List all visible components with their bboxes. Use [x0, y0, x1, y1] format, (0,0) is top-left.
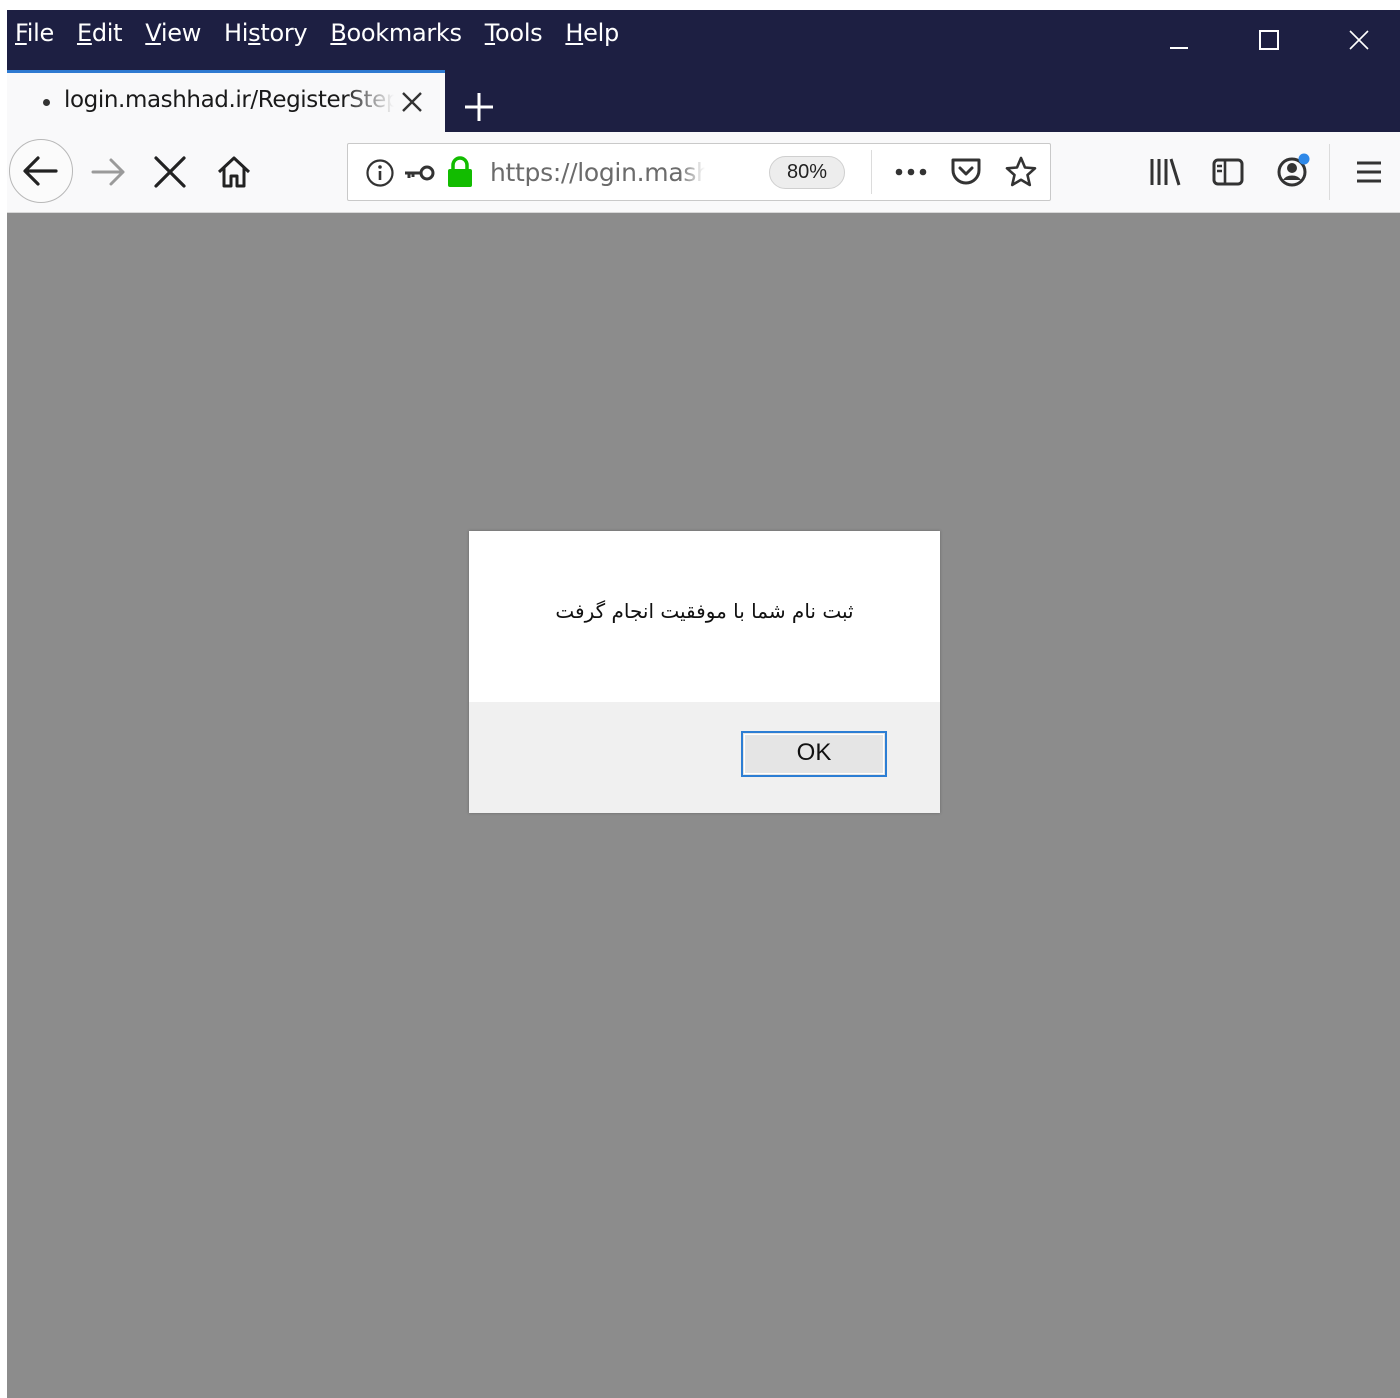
forward-arrow-icon[interactable]: [89, 152, 129, 192]
home-icon[interactable]: [215, 153, 253, 191]
account-icon[interactable]: [1274, 152, 1312, 190]
menu-edit[interactable]: Edit: [77, 16, 133, 50]
menu-bookmarks[interactable]: Bookmarks: [330, 16, 472, 50]
alert-footer: OK: [469, 702, 940, 813]
menu-view[interactable]: View: [145, 16, 212, 50]
tab-title: login.mashhad.ir/RegisterStep3: [64, 87, 394, 113]
tab-loading-indicator: [43, 99, 50, 106]
alert-dialog: ثبت نام شما با موفقیت انجام گرفت OK: [469, 531, 940, 813]
zoom-level-badge[interactable]: 80%: [769, 156, 845, 189]
new-tab-icon[interactable]: [462, 90, 496, 124]
tab-strip: login.mashhad.ir/RegisterStep3: [7, 70, 1400, 132]
minimize-button[interactable]: [1134, 10, 1224, 70]
tab-active[interactable]: login.mashhad.ir/RegisterStep3: [7, 70, 445, 132]
menu-tools[interactable]: Tools: [485, 16, 554, 50]
hamburger-menu-icon[interactable]: [1352, 155, 1386, 189]
url-bar-separator: [871, 150, 872, 194]
lock-icon[interactable]: [446, 156, 474, 188]
menu-history[interactable]: History: [224, 16, 318, 50]
minimize-icon: [1170, 47, 1188, 49]
key-icon[interactable]: [403, 161, 437, 185]
pocket-icon[interactable]: [949, 156, 983, 188]
close-tab-icon[interactable]: [399, 89, 425, 115]
bookmark-star-icon[interactable]: [1004, 155, 1038, 189]
close-window-icon: [1349, 30, 1369, 50]
page-actions-icon[interactable]: [893, 164, 931, 180]
maximize-icon: [1259, 30, 1279, 50]
alert-message: ثبت نام شما با موفقیت انجام گرفت: [555, 599, 854, 623]
info-icon[interactable]: [365, 158, 395, 188]
menu-bar: File Edit View History Bookmarks Tools H…: [15, 16, 642, 50]
toolbar-separator: [1329, 144, 1330, 200]
menu-help[interactable]: Help: [565, 16, 630, 50]
back-button[interactable]: [9, 139, 73, 203]
back-arrow-icon: [23, 156, 58, 186]
url-bar[interactable]: https://login.mashhad.ir 80%: [347, 143, 1051, 201]
ok-button[interactable]: OK: [741, 731, 887, 777]
title-bar: File Edit View History Bookmarks Tools H…: [7, 10, 1400, 70]
maximize-button[interactable]: [1224, 10, 1314, 70]
url-text[interactable]: https://login.mashhad.ir: [490, 158, 705, 187]
menu-file[interactable]: File: [15, 16, 65, 50]
close-window-button[interactable]: [1314, 10, 1400, 70]
navigation-toolbar: https://login.mashhad.ir 80%: [7, 132, 1400, 213]
sidebar-icon[interactable]: [1211, 155, 1245, 189]
stop-icon[interactable]: [152, 154, 188, 190]
library-icon[interactable]: [1147, 154, 1183, 190]
